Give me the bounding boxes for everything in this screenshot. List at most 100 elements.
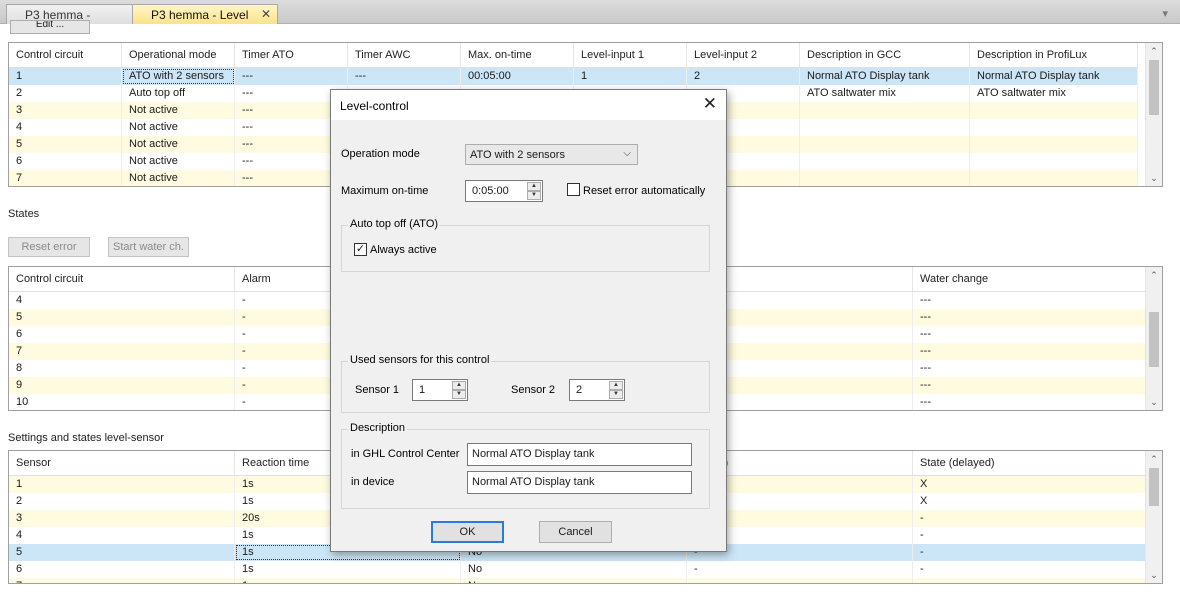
table-cell[interactable]: 1 (9, 68, 122, 85)
table-cell[interactable]: 9 (9, 377, 235, 394)
table-cell[interactable]: ATO saltwater mix (970, 85, 1138, 102)
table-cell[interactable]: 4 (9, 527, 235, 544)
table-cell[interactable] (913, 578, 1147, 583)
table-cell[interactable]: --- (913, 326, 1147, 343)
table-cell[interactable]: Auto top off (122, 85, 235, 102)
table-cell[interactable]: Not active (122, 170, 235, 186)
table-cell[interactable]: --- (913, 292, 1147, 309)
scroll-up-icon[interactable]: ⌃ (1146, 451, 1162, 467)
table-cell[interactable]: Not active (122, 102, 235, 119)
sensor2-spinner[interactable]: 2 ▲ ▼ (569, 379, 625, 401)
table-cell[interactable]: 2 (9, 493, 235, 510)
column-header[interactable]: Timer AWC (348, 43, 461, 67)
operation-mode-select[interactable]: ATO with 2 sensors ⌵ (465, 144, 638, 165)
table-cell[interactable]: 3 (9, 510, 235, 527)
spin-up-icon[interactable]: ▲ (527, 182, 541, 191)
table-cell[interactable]: 5 (9, 309, 235, 326)
table-cell[interactable]: --- (913, 360, 1147, 377)
start-water-change-button[interactable]: Start water ch. (108, 237, 189, 257)
column-header[interactable]: Level-input 1 (574, 43, 687, 67)
column-header[interactable]: Level-input 2 (687, 43, 800, 67)
table-cell[interactable]: --- (348, 68, 461, 85)
spin-up-icon[interactable]: ▲ (452, 381, 466, 390)
table-cell[interactable]: 8 (9, 360, 235, 377)
table-cell[interactable]: - (913, 544, 1147, 561)
table-cell[interactable]: 1 (574, 68, 687, 85)
table-cell[interactable]: --- (913, 309, 1147, 326)
table-cell[interactable]: ATO with 2 sensors (122, 68, 235, 85)
column-header[interactable]: Sensor (9, 451, 235, 475)
vertical-scrollbar[interactable]: ⌃ ⌄ (1145, 267, 1162, 410)
table-cell[interactable]: 2 (9, 85, 122, 102)
table-cell[interactable]: 6 (9, 326, 235, 343)
column-header[interactable]: State (delayed) (913, 451, 1147, 475)
table-cell[interactable]: Normal ATO Display tank (800, 68, 970, 85)
scroll-thumb[interactable] (1149, 312, 1159, 367)
vertical-scrollbar[interactable]: ⌃ ⌄ (1145, 451, 1162, 583)
edit-button[interactable]: Edit ... (10, 20, 90, 34)
table-cell[interactable]: 6 (9, 561, 235, 578)
table-cell[interactable]: --- (913, 394, 1147, 410)
table-cell[interactable]: 5 (9, 136, 122, 153)
column-header[interactable]: Control circuit (9, 267, 235, 291)
close-tab-icon[interactable]: ✕ (261, 7, 271, 21)
table-cell[interactable]: - (913, 510, 1147, 527)
table-cell[interactable]: No (461, 578, 687, 583)
table-cell[interactable]: Not active (122, 119, 235, 136)
minimize-icon[interactable]: ▾ (1162, 7, 1168, 20)
table-cell[interactable]: No (461, 561, 687, 578)
reset-error-button[interactable]: Reset error (8, 237, 90, 257)
table-cell[interactable]: 2 (687, 68, 800, 85)
table-cell[interactable]: --- (913, 343, 1147, 360)
reset-auto-checkbox[interactable] (567, 183, 580, 196)
table-cell[interactable]: Normal ATO Display tank (970, 68, 1138, 85)
table-cell[interactable]: Not active (122, 153, 235, 170)
scroll-down-icon[interactable]: ⌄ (1146, 394, 1162, 410)
column-header[interactable]: Control circuit (9, 43, 122, 67)
table-cell[interactable]: X (913, 476, 1147, 493)
table-cell[interactable] (800, 170, 970, 186)
gcc-description-input[interactable]: Normal ATO Display tank (467, 443, 692, 466)
table-cell[interactable] (800, 153, 970, 170)
column-header[interactable]: Operational mode (122, 43, 235, 67)
scroll-down-icon[interactable]: ⌄ (1146, 170, 1162, 186)
table-cell[interactable]: 1 (9, 476, 235, 493)
table-cell[interactable] (970, 119, 1138, 136)
ok-button[interactable]: OK (431, 521, 504, 543)
column-header[interactable]: Timer ATO (235, 43, 348, 67)
table-cell[interactable]: --- (235, 68, 348, 85)
scroll-down-icon[interactable]: ⌄ (1146, 567, 1162, 583)
table-cell[interactable]: 7 (9, 578, 235, 583)
vertical-scrollbar[interactable]: ⌃ ⌄ (1145, 43, 1162, 186)
spin-down-icon[interactable]: ▼ (527, 191, 541, 200)
column-header[interactable]: Description in ProfiLux (970, 43, 1138, 67)
table-cell[interactable]: --- (913, 377, 1147, 394)
spin-down-icon[interactable]: ▼ (452, 390, 466, 399)
table-cell[interactable]: 7 (9, 343, 235, 360)
table-cell[interactable]: 6 (9, 153, 122, 170)
column-header[interactable]: Description in GCC (800, 43, 970, 67)
column-header[interactable]: Max. on-time (461, 43, 574, 67)
table-row[interactable]: 71No (9, 578, 1147, 583)
table-row[interactable]: 6 1s No - - (9, 561, 1147, 578)
scroll-thumb[interactable] (1149, 60, 1159, 115)
table-cell[interactable] (800, 102, 970, 119)
table-cell[interactable] (970, 170, 1138, 186)
table-cell[interactable] (800, 136, 970, 153)
scroll-up-icon[interactable]: ⌃ (1146, 43, 1162, 59)
table-cell[interactable]: 10 (9, 394, 235, 410)
table-cell[interactable] (970, 136, 1138, 153)
scroll-thumb[interactable] (1149, 468, 1159, 506)
table-cell[interactable] (800, 119, 970, 136)
column-header[interactable]: Water change (913, 267, 1147, 291)
table-cell[interactable]: - (913, 527, 1147, 544)
table-cell[interactable]: 4 (9, 292, 235, 309)
close-icon[interactable]: ✕ (703, 95, 717, 113)
device-description-input[interactable]: Normal ATO Display tank (467, 471, 692, 494)
spin-up-icon[interactable]: ▲ (609, 381, 623, 390)
cancel-button[interactable]: Cancel (539, 521, 612, 543)
table-cell[interactable] (970, 102, 1138, 119)
scroll-up-icon[interactable]: ⌃ (1146, 267, 1162, 283)
table-cell[interactable]: 5 (9, 544, 235, 561)
spin-down-icon[interactable]: ▼ (609, 390, 623, 399)
